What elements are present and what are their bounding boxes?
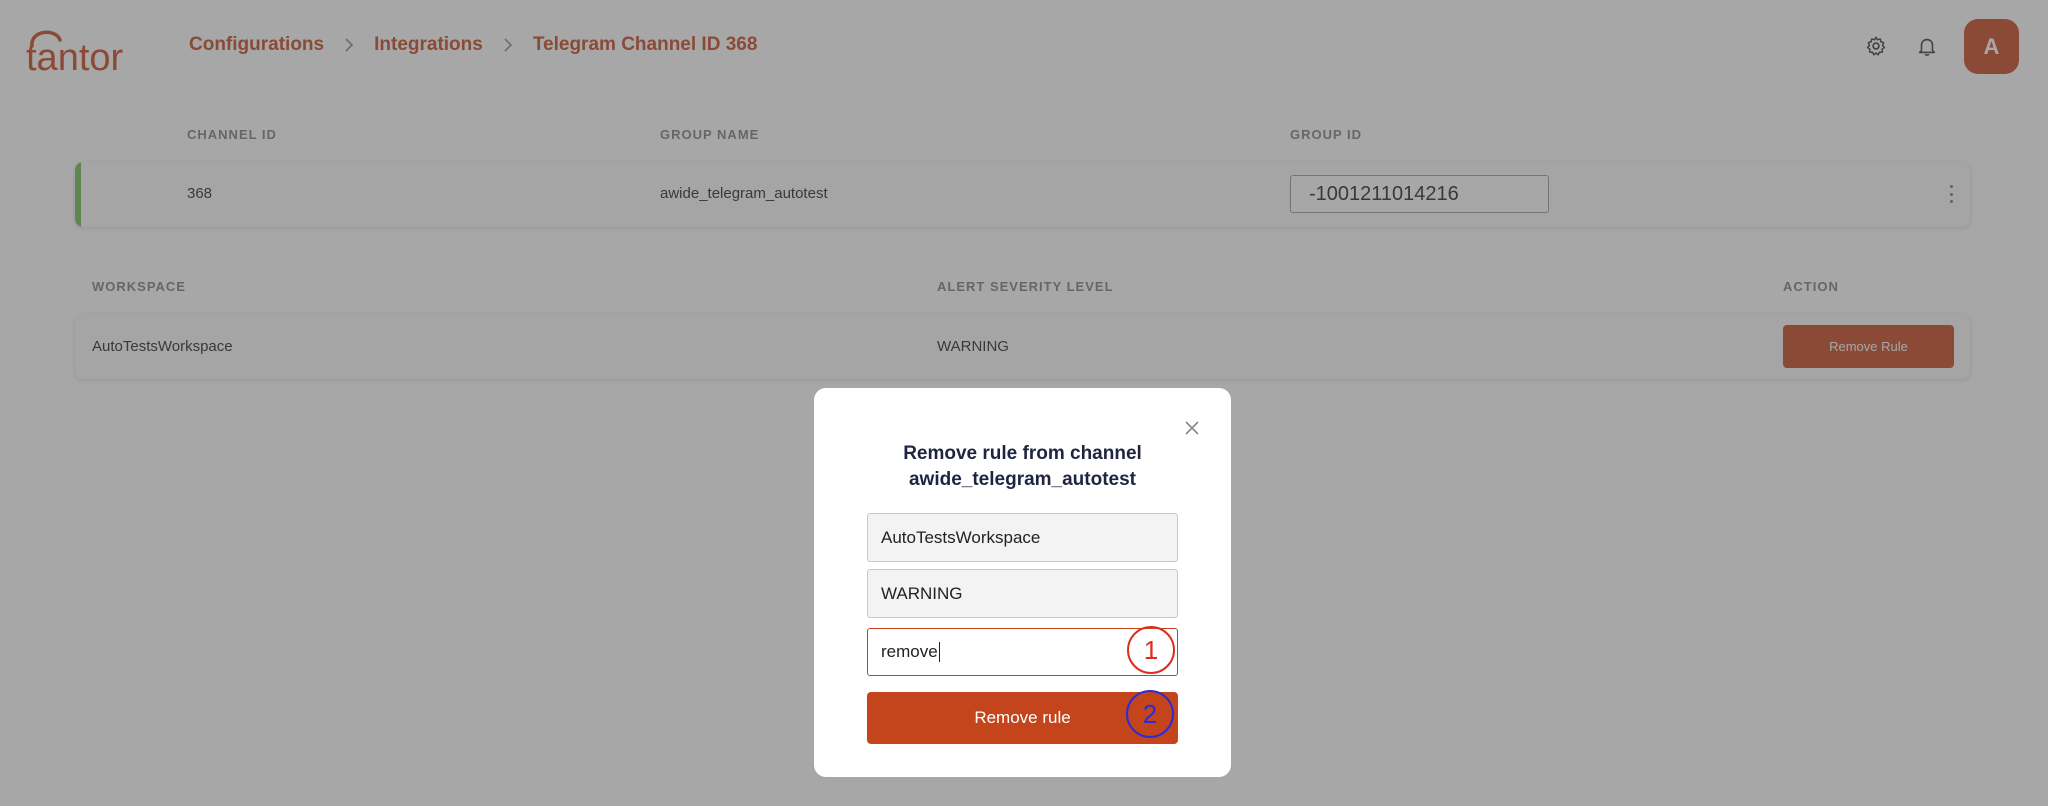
confirm-text-value: remove xyxy=(881,642,938,661)
text-caret xyxy=(938,642,940,662)
severity-field[interactable]: WARNING xyxy=(867,569,1178,618)
dialog-title-line1: Remove rule from channel xyxy=(903,443,1142,464)
close-icon[interactable] xyxy=(1185,421,1199,435)
annotation-marker-2: 2 xyxy=(1126,690,1174,738)
dialog-title-line2: awide_telegram_autotest xyxy=(908,469,1137,490)
annotation-marker-1: 1 xyxy=(1127,626,1175,674)
workspace-field[interactable]: AutoTestsWorkspace xyxy=(867,513,1178,562)
dialog-title: Remove rule from channel awide_telegram_… xyxy=(814,441,1231,493)
